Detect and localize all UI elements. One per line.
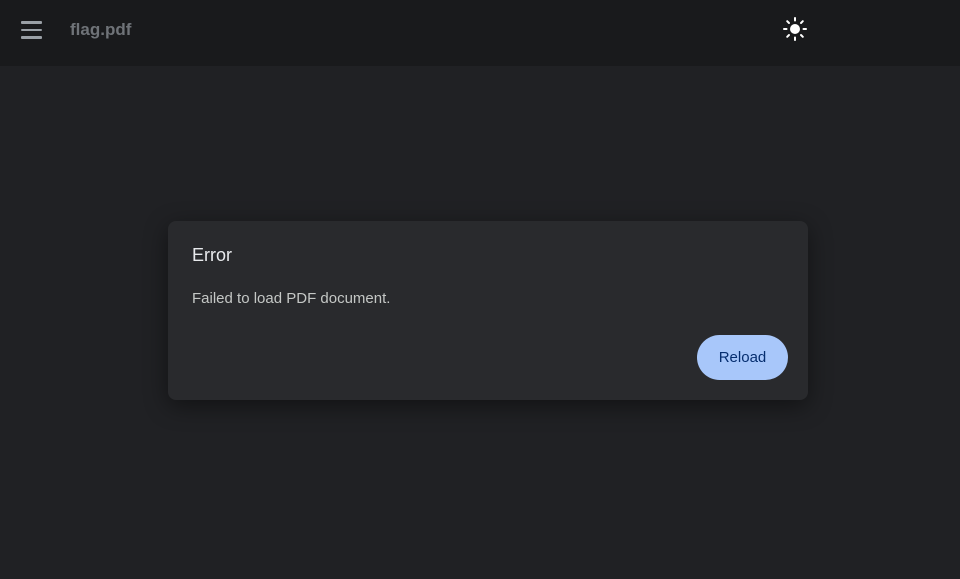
menu-line <box>20 21 42 24</box>
hamburger-menu-icon[interactable] <box>16 15 46 45</box>
sun-icon <box>783 17 807 41</box>
dialog-title: Error <box>192 245 232 265</box>
reload-button[interactable]: Reload <box>697 335 788 380</box>
menu-line <box>20 28 42 32</box>
theme-toggle-button[interactable] <box>780 14 810 44</box>
toolbar: flag.pdf <box>0 0 960 66</box>
dialog-message: Failed to load PDF document. <box>192 290 391 307</box>
menu-line <box>20 36 42 39</box>
error-dialog: Error Failed to load PDF document. Reloa… <box>168 221 808 400</box>
document-title: flag.pdf <box>70 20 132 39</box>
